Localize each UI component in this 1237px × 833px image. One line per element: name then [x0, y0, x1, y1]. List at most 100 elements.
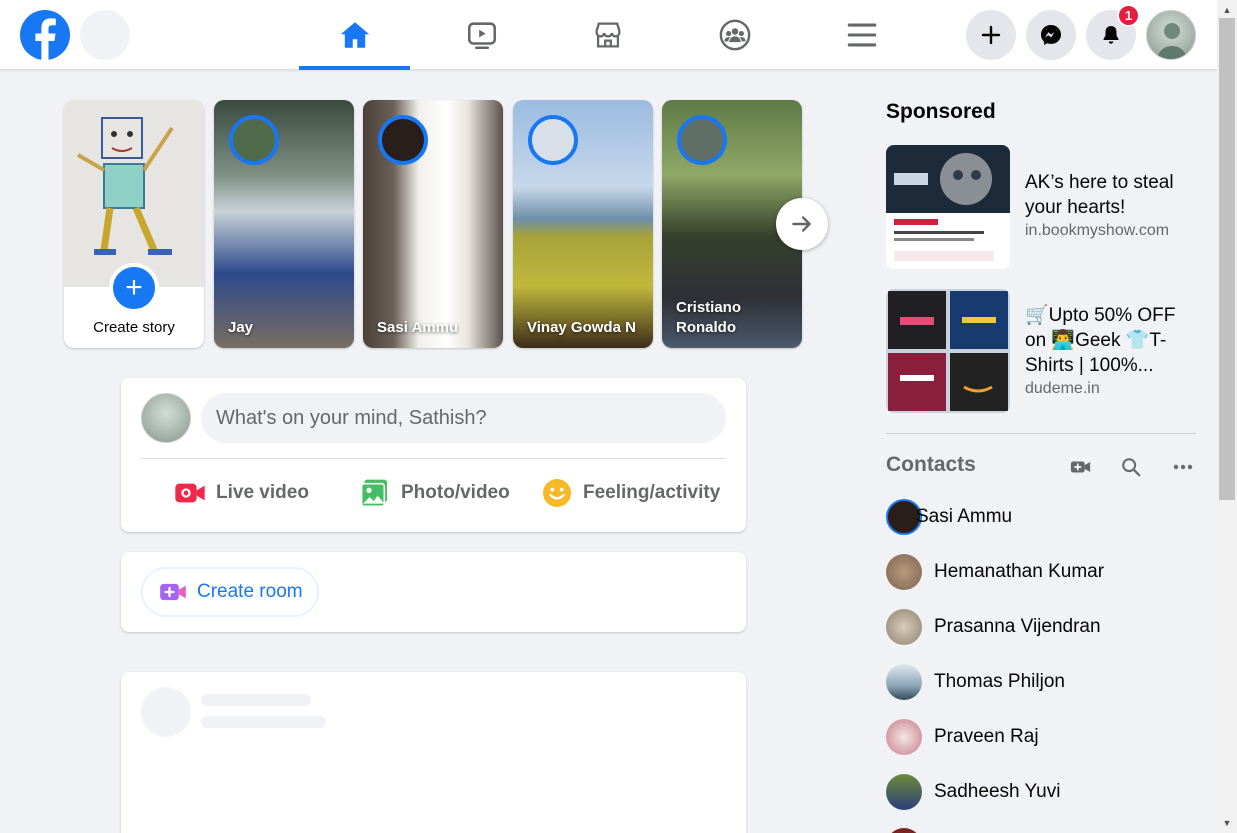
video-camera-icon [1070, 461, 1091, 473]
live-video-label: Live video [216, 482, 309, 503]
facebook-f-icon [35, 18, 56, 60]
user-avatar[interactable] [141, 393, 191, 443]
contact-name: Sasi Ammu [916, 506, 1013, 527]
contact-avatar [886, 774, 922, 810]
stories-next-button[interactable] [776, 198, 828, 250]
search-contacts-button[interactable] [1116, 453, 1146, 481]
skeleton-line [201, 694, 311, 706]
story-avatar [378, 115, 428, 165]
contact-name: Hemanathan Kumar [934, 561, 1105, 582]
post-composer: What's on your mind, Sathish? Live video… [121, 378, 746, 532]
ad-image [886, 145, 1010, 269]
home-icon [340, 22, 369, 48]
contact-item[interactable]: Sasi Ammu [886, 497, 1196, 537]
arrow-right-icon [792, 216, 811, 232]
contact-avatar [886, 828, 922, 833]
sidebar-divider [886, 433, 1196, 434]
contact-name: Praveen Raj [934, 726, 1039, 747]
ad-headline: 🛒Upto 50% OFF on 👨‍💻Geek 👕T-Shirts | 100… [1025, 305, 1176, 376]
new-room-button[interactable] [1066, 453, 1096, 481]
create-story-label: Create story [93, 319, 175, 336]
composer-divider [141, 458, 726, 459]
account-avatar[interactable] [1146, 10, 1196, 60]
contact-name: Sadheesh Yuvi [934, 781, 1061, 802]
ad-domain: in.bookmyshow.com [1025, 222, 1170, 239]
sponsored-title: Sponsored [886, 100, 996, 123]
messenger-button[interactable] [1026, 10, 1076, 60]
ad-image-icon [886, 145, 1010, 269]
photo-video-label: Photo/video [401, 482, 510, 503]
rooms-card: Create room [121, 552, 746, 632]
scroll-thumb[interactable] [1219, 18, 1235, 500]
tab-marketplace[interactable] [552, 0, 663, 70]
story-card[interactable]: Jay [214, 100, 354, 348]
contacts-title: Contacts [886, 453, 976, 476]
story-avatar [229, 115, 279, 165]
ad-image-icon [886, 289, 1010, 413]
tab-home[interactable] [299, 0, 410, 70]
drawing-image-icon [64, 100, 204, 287]
create-room-button[interactable]: Create room [141, 567, 319, 617]
scroll-up-arrow-icon[interactable]: ▲ [1217, 2, 1237, 18]
contact-item[interactable]: Prasanna Vijendran [886, 607, 1196, 647]
plus-icon [981, 25, 1001, 45]
story-name: Vinay Gowda N [527, 319, 636, 336]
contact-item[interactable]: Sadheesh Yuvi [886, 772, 1196, 812]
smiley-icon [543, 479, 571, 507]
contact-item[interactable]: Praveen Raj [886, 717, 1196, 757]
tab-groups[interactable] [679, 0, 790, 70]
story-card[interactable]: Sasi Ammu [363, 100, 503, 348]
ad-headline: AK’s here to steal your hearts! [1025, 172, 1174, 218]
search-icon [1122, 458, 1141, 477]
hamburger-menu-icon [847, 23, 876, 47]
story-name: Sasi Ammu [377, 319, 459, 336]
create-story-card[interactable]: + Create story [64, 100, 204, 348]
contact-name: Thomas Philjon [934, 671, 1065, 692]
watch-icon [467, 22, 496, 50]
profile-photo-icon [1157, 23, 1187, 59]
create-story-plus-icon[interactable]: + [109, 263, 159, 313]
top-navigation-bar: 1 [0, 0, 1217, 70]
live-video-icon [175, 483, 205, 503]
marketplace-icon [595, 22, 620, 48]
loading-post-placeholder [121, 672, 746, 833]
ad-text: 🛒Upto 50% OFF on 👨‍💻Geek 👕T-Shirts | 100… [1025, 303, 1190, 400]
feeling-activity-button[interactable]: Feeling/activity [541, 473, 720, 513]
photo-video-button[interactable]: Photo/video [359, 473, 510, 513]
facebook-logo[interactable] [20, 10, 70, 60]
whats-on-your-mind-input[interactable]: What's on your mind, Sathish? [201, 393, 726, 443]
contact-name: Prasanna Vijendran [934, 616, 1101, 637]
contact-item[interactable]: Hemanathan Kumar [886, 552, 1196, 592]
story-card[interactable]: Vinay Gowda N [513, 100, 653, 348]
video-room-icon [160, 583, 186, 601]
story-name: Jay [228, 319, 254, 336]
bell-icon [1103, 26, 1119, 44]
contact-item[interactable] [886, 826, 1196, 833]
tab-menu[interactable] [806, 0, 917, 70]
story-avatar [677, 115, 727, 165]
contact-avatar [886, 554, 922, 590]
contact-avatar [886, 719, 922, 755]
feeling-activity-label: Feeling/activity [583, 482, 721, 503]
sponsored-ad[interactable]: 🛒Upto 50% OFF on 👨‍💻Geek 👕T-Shirts | 100… [886, 289, 1196, 413]
notifications-button[interactable]: 1 [1086, 4, 1140, 60]
contact-item[interactable]: Thomas Philjon [886, 662, 1196, 702]
more-options-icon [1173, 464, 1193, 470]
contacts-options-button[interactable] [1168, 453, 1198, 481]
live-video-button[interactable]: Live video [174, 473, 309, 513]
story-name: Cristiano Ronaldo [676, 299, 742, 336]
story-avatar [528, 115, 578, 165]
page-scrollbar[interactable]: ▲ ▼ [1217, 0, 1237, 833]
messenger-icon [1041, 25, 1061, 45]
tab-watch[interactable] [426, 0, 537, 70]
search-button[interactable] [80, 10, 130, 60]
ad-text: AK’s here to steal your hearts! in.bookm… [1025, 170, 1190, 242]
photo-icon [360, 479, 387, 508]
create-button[interactable] [966, 10, 1016, 60]
scroll-down-arrow-icon[interactable]: ▼ [1217, 815, 1237, 831]
ad-image [886, 289, 1010, 413]
sponsored-ad[interactable]: AK’s here to steal your hearts! in.bookm… [886, 145, 1196, 269]
story-create-photo [64, 100, 204, 287]
groups-icon [719, 19, 750, 51]
contact-avatar [886, 664, 922, 700]
